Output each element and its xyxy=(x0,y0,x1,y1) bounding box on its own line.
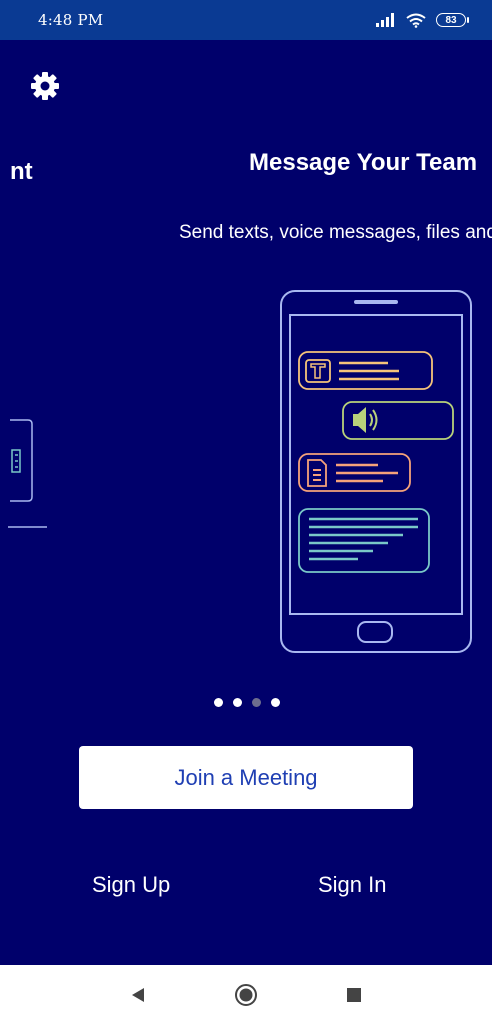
recents-square-icon xyxy=(347,987,361,1002)
battery-indicator: 83 xyxy=(436,13,469,27)
status-bar: 4:48 PM 83 xyxy=(0,0,492,40)
long-message-bubble xyxy=(298,508,430,573)
status-time: 4:48 PM xyxy=(38,11,104,29)
home-circle-icon xyxy=(235,983,257,1006)
previous-slide-title: nt xyxy=(10,158,33,185)
back-triangle-icon xyxy=(132,987,144,1002)
text-message-bubble xyxy=(298,351,433,390)
nav-home-button[interactable] xyxy=(231,980,261,1010)
carousel-dot-3[interactable] xyxy=(252,698,261,707)
file-message-bubble xyxy=(298,453,411,492)
carousel-dot-4[interactable] xyxy=(271,698,280,707)
carousel-dot-1[interactable] xyxy=(214,698,223,707)
signal-icon xyxy=(376,13,394,27)
navigation-bar xyxy=(0,965,492,1024)
carousel-dot-2[interactable] xyxy=(233,698,242,707)
voice-message-bubble xyxy=(342,401,454,440)
phone-illustration xyxy=(280,290,472,653)
slide-title: Message Your Team xyxy=(249,149,478,176)
gear-icon xyxy=(31,72,59,100)
nav-recents-button[interactable] xyxy=(339,980,369,1010)
status-icons: 83 xyxy=(376,13,469,28)
nav-back-button[interactable] xyxy=(123,980,153,1010)
previous-slide-illustration xyxy=(8,419,47,528)
sign-up-button[interactable]: Sign Up xyxy=(92,872,170,898)
wifi-icon xyxy=(406,13,426,28)
slide-description: Send texts, voice messages, files and im… xyxy=(179,222,492,243)
sign-in-button[interactable]: Sign In xyxy=(318,872,387,898)
carousel-dots xyxy=(214,698,280,707)
settings-button[interactable] xyxy=(30,71,60,101)
join-meeting-button[interactable]: Join a Meeting xyxy=(79,746,413,809)
